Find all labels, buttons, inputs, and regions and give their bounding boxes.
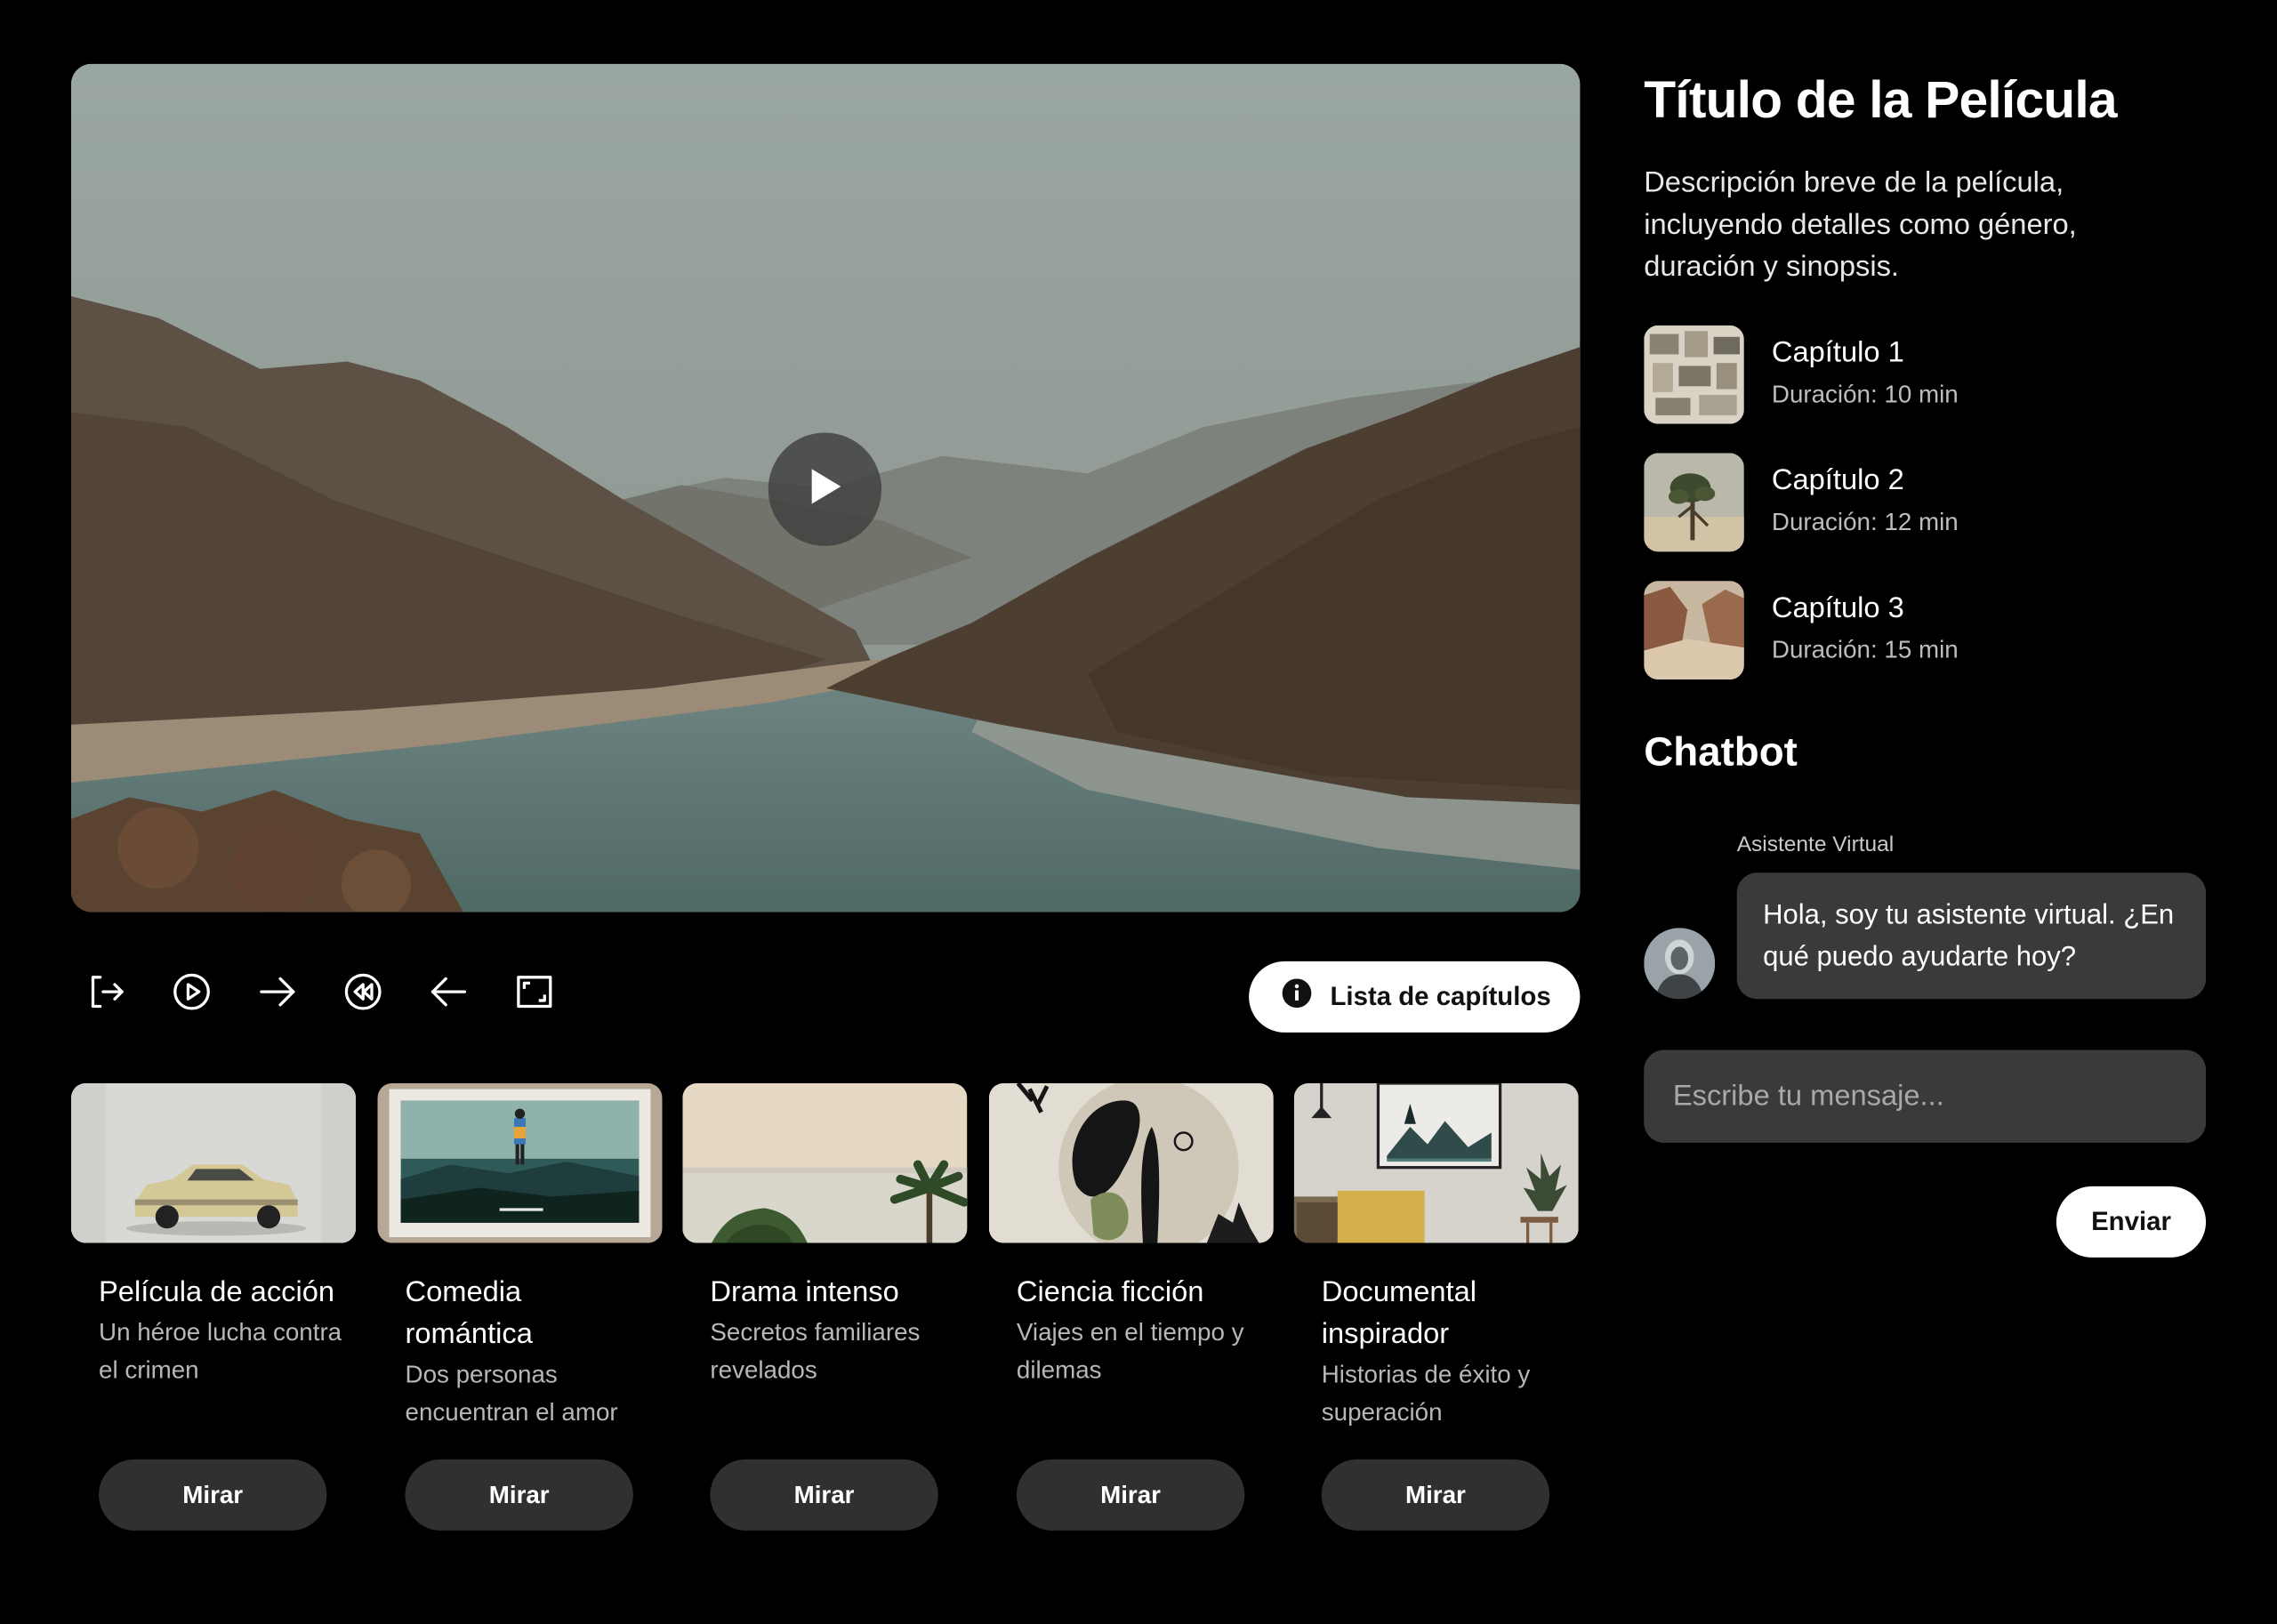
chapter-item[interactable]: Capítulo 2 Duración: 12 min xyxy=(1644,453,2080,552)
message-sender: Asistente Virtual xyxy=(1736,832,1895,857)
movie-description: Secretos familiares revelados xyxy=(710,1318,921,1384)
assistant-message: Hola, soy tu asistente virtual. ¿En qué … xyxy=(1736,872,2207,1000)
movie-description: Dos personas encuentran el amor xyxy=(405,1360,618,1427)
movie-title-text: Comedia romántica xyxy=(405,1276,533,1351)
chapter-duration: Duración: 10 min xyxy=(1771,380,1959,408)
movie-title-text: Ciencia ficción xyxy=(1016,1276,1204,1309)
movie-thumbnail[interactable] xyxy=(377,1082,663,1243)
watch-button[interactable]: Mirar xyxy=(710,1459,938,1531)
movie-title-text: Drama intenso xyxy=(710,1276,899,1309)
message-input[interactable] xyxy=(1644,1049,2207,1143)
app-root: Lista de capítulos Película de acción Un… xyxy=(0,0,2277,1623)
chapter-item[interactable]: Capítulo 1 Duración: 10 min xyxy=(1644,325,2080,424)
exit-button[interactable] xyxy=(84,973,128,1017)
chapter-duration: Duración: 12 min xyxy=(1771,508,1959,536)
info-icon xyxy=(1281,977,1313,1017)
movie-title-text: Documental inspirador xyxy=(1321,1276,1476,1351)
watch-button[interactable]: Mirar xyxy=(99,1459,327,1531)
chapters-list-label: Lista de capítulos xyxy=(1330,981,1551,1011)
fullscreen-button[interactable] xyxy=(512,973,556,1017)
movie-thumbnail[interactable] xyxy=(988,1082,1274,1243)
chapter-thumbnail xyxy=(1644,581,1744,680)
arrow-left-icon xyxy=(429,975,470,1016)
avatar xyxy=(1644,928,1716,1000)
movie-thumbnail[interactable] xyxy=(71,1082,357,1243)
movie-card: Comedia romántica Dos personas encuentra… xyxy=(377,1082,663,1531)
movie-title: Película de acción Un héroe lucha contra… xyxy=(99,1272,346,1389)
send-button[interactable]: Enviar xyxy=(2056,1186,2207,1258)
play-circle-icon xyxy=(172,971,213,1017)
play-icon xyxy=(806,466,843,512)
movie-description: Historias de éxito y superación xyxy=(1321,1360,1531,1427)
movie-description: Descripción breve de la película, incluy… xyxy=(1644,166,2077,284)
watch-button[interactable]: Mirar xyxy=(405,1459,633,1531)
movie-title: Drama intenso Secretos familiares revela… xyxy=(710,1272,957,1389)
chapter-thumbnail xyxy=(1644,453,1744,552)
back-button[interactable] xyxy=(427,973,471,1017)
chatbot-title: Chatbot xyxy=(1644,728,1798,775)
movie-thumbnail[interactable] xyxy=(682,1082,968,1243)
fullscreen-icon xyxy=(516,975,553,1016)
chapter-thumbnail xyxy=(1644,325,1744,424)
play-control-button[interactable] xyxy=(170,973,213,1017)
rewind-button[interactable] xyxy=(342,973,385,1017)
movie-description: Viajes en el tiempo y dilemas xyxy=(1016,1318,1244,1384)
movie-title: Documental inspirador Historias de éxito… xyxy=(1322,1272,1569,1432)
chapter-item[interactable]: Capítulo 3 Duración: 15 min xyxy=(1644,581,2080,680)
watch-button[interactable]: Mirar xyxy=(1321,1459,1550,1531)
watch-button[interactable]: Mirar xyxy=(1016,1459,1245,1531)
forward-button[interactable] xyxy=(255,973,299,1017)
movie-thumbnail[interactable] xyxy=(1293,1082,1579,1243)
movie-card: Película de acción Un héroe lucha contra… xyxy=(71,1082,357,1531)
chapter-duration: Duración: 15 min xyxy=(1771,636,1959,664)
movie-description: Un héroe lucha contra el crimen xyxy=(99,1318,342,1384)
rewind-icon xyxy=(342,971,383,1017)
movie-card: Drama intenso Secretos familiares revela… xyxy=(682,1082,968,1531)
chapter-name: Capítulo 2 xyxy=(1771,464,1904,497)
page-title: Título de la Película xyxy=(1644,69,2117,130)
chapter-name: Capítulo 1 xyxy=(1771,336,1904,369)
movie-title: Ciencia ficción Viajes en el tiempo y di… xyxy=(1017,1272,1264,1389)
movie-card: Documental inspirador Historias de éxito… xyxy=(1293,1082,1579,1531)
movie-card: Ciencia ficción Viajes en el tiempo y di… xyxy=(988,1082,1274,1531)
exit-icon xyxy=(87,973,125,1017)
player-controls: Lista de capítulos xyxy=(71,959,1581,1034)
arrow-right-icon xyxy=(257,975,298,1016)
movie-title: Comedia romántica Dos personas encuentra… xyxy=(406,1272,653,1432)
video-player[interactable] xyxy=(71,63,1581,912)
movie-title-text: Película de acción xyxy=(99,1276,335,1309)
play-button[interactable] xyxy=(768,432,882,546)
chapter-name: Capítulo 3 xyxy=(1771,592,1904,625)
chapters-list-button[interactable]: Lista de capítulos xyxy=(1249,961,1581,1033)
